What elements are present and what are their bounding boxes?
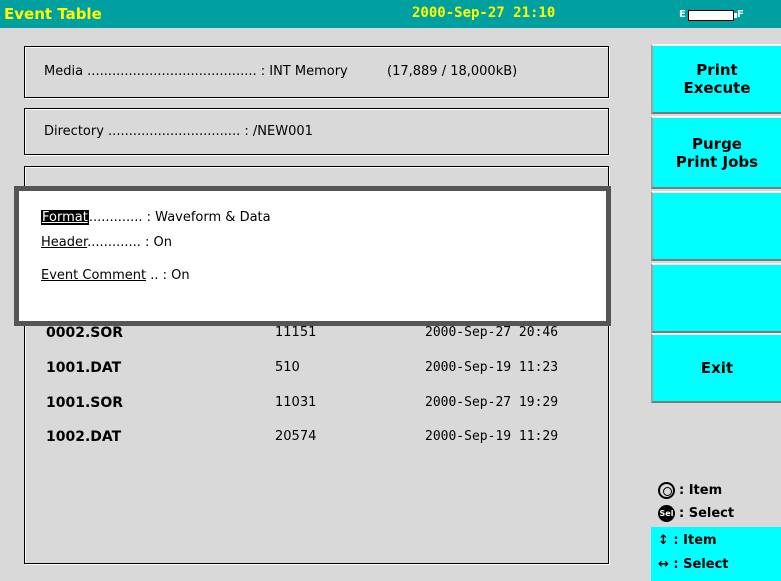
purge-print-jobs-button[interactable]: Purge Print Jobs <box>651 116 781 189</box>
format-setting[interactable]: Format............. : Waveform & Data <box>41 210 271 225</box>
battery-cell-icon <box>688 10 734 21</box>
header-key[interactable]: Header <box>41 235 87 250</box>
file-row[interactable]: 1001.DAT 510 2000-Sep-19 11:23 <box>25 360 610 386</box>
file-row[interactable]: 1002.DAT 20574 2000-Sep-19 11:29 <box>25 429 610 455</box>
exit-button[interactable]: Exit <box>651 333 781 403</box>
media-panel: Media ..................................… <box>24 46 609 98</box>
event-comment-key[interactable]: Event Comment <box>41 268 146 283</box>
legend-sel-row: Sel : Select <box>658 505 734 522</box>
exit-label: Exit <box>700 359 734 377</box>
file-name: 1001.SOR <box>46 395 124 411</box>
media-usage: (17,889 / 18,000kB) <box>387 64 518 79</box>
title-bar: Event Table 2000-Sep-27 21:10 E F <box>0 0 781 28</box>
updown-arrow-legend: ↕ : Item <box>658 533 717 548</box>
event-comment-setting[interactable]: Event Comment .. : On <box>41 268 190 283</box>
legend-sel-text: : Select <box>679 506 735 521</box>
print-execute-label: Print Execute <box>683 61 751 97</box>
format-key[interactable]: Format <box>41 210 89 225</box>
header-setting[interactable]: Header............. : On <box>41 235 172 250</box>
file-name: 1001.DAT <box>46 360 122 376</box>
legend-knob-row: : Item <box>658 482 722 499</box>
battery-empty-label: E <box>679 9 686 20</box>
window-title: Event Table <box>4 5 102 23</box>
select-button-icon: Sel <box>658 505 675 522</box>
rotary-knob-icon <box>658 482 675 499</box>
file-date: 2000-Sep-19 11:29 <box>425 429 559 444</box>
file-name: 1002.DAT <box>46 429 122 445</box>
file-size: 11151 <box>275 325 317 340</box>
print-execute-button[interactable]: Print Execute <box>651 44 781 114</box>
file-date: 2000-Sep-27 19:29 <box>425 395 559 410</box>
file-row[interactable]: 0002.SOR 11151 2000-Sep-27 20:46 <box>25 325 610 351</box>
file-name: 0002.SOR <box>46 325 124 341</box>
arrow-legend: ↕ : Item ↔ : Select <box>651 527 781 581</box>
file-date: 2000-Sep-27 20:46 <box>425 325 559 340</box>
file-size: 20574 <box>275 429 317 444</box>
softkey-blank-2[interactable] <box>651 263 781 333</box>
leftright-arrow-legend: ↔ : Select <box>658 557 729 572</box>
datetime-display: 2000-Sep-27 21:10 <box>412 5 556 21</box>
file-date: 2000-Sep-19 11:23 <box>425 360 559 375</box>
file-size: 510 <box>275 360 300 375</box>
battery-indicator: E F <box>679 9 781 23</box>
media-label: Media ..................................… <box>44 64 348 79</box>
battery-full-label: F <box>737 9 744 20</box>
event-comment-value: .. : On <box>146 268 190 283</box>
format-value: ............. : Waveform & Data <box>88 210 271 225</box>
header-value: ............. : On <box>87 235 172 250</box>
print-settings-popup: Format............. : Waveform & Data He… <box>14 186 611 326</box>
legend-knob-text: : Item <box>679 483 723 498</box>
purge-print-jobs-label: Purge Print Jobs <box>675 134 759 171</box>
file-row[interactable]: 1001.SOR 11031 2000-Sep-27 19:29 <box>25 395 610 421</box>
directory-panel: Directory ..............................… <box>24 108 609 155</box>
directory-label: Directory ..............................… <box>44 124 313 139</box>
file-size: 11031 <box>275 395 317 410</box>
softkey-blank-1[interactable] <box>651 191 781 261</box>
